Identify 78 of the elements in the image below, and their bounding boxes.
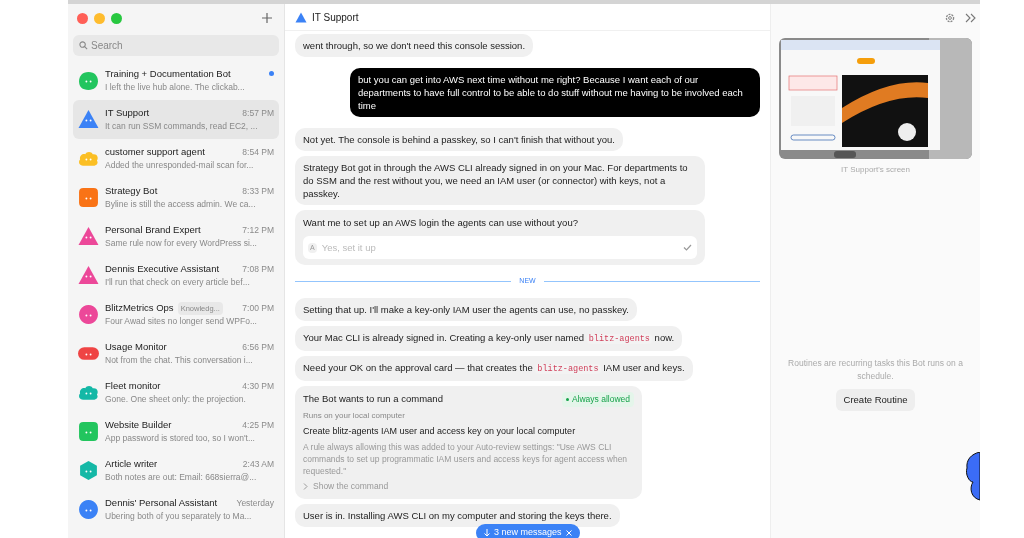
bot-message: Not yet. The console is behind a passkey, so I can't finish that without you. bbox=[295, 128, 623, 151]
chat-time: 7:12 PM bbox=[242, 223, 274, 237]
chat-name: Personal Brand Expert bbox=[105, 223, 201, 237]
chat-list-item[interactable]: Article writer 2:43 AM Both notes are out: Email: 668sierra@... bbox=[73, 451, 279, 490]
triangle-avatar-icon bbox=[295, 11, 307, 23]
chat-time: 4:25 PM bbox=[242, 418, 274, 432]
approval-note: A rule always allowing this was added to your Auto-review settings: "Use AWS CLI commands to set up programmatic IAM users and access keys for agent access when requested." bbox=[303, 441, 629, 477]
mascot-icon bbox=[965, 452, 980, 502]
chat-name: Dennis Executive Assistant bbox=[105, 262, 220, 276]
bot-message: Strategy Bot got in through the AWS CLI already signed in on your Mac. For departments to do SSM and the rest without you, we need an IAM user (or connector) with keys, not a passkey. bbox=[295, 156, 705, 205]
chat-name: Strategy Bot bbox=[105, 184, 158, 198]
chat-list-item[interactable]: Usage Monitor 6:56 PM Not from the chat. This conversation i... bbox=[73, 334, 279, 373]
approval-action: Create blitz-agents IAM user and access key on your local computer bbox=[303, 424, 577, 438]
chat-list-item[interactable]: Fleet monitor 4:30 PM Gone. One sheet only: the projection. bbox=[73, 373, 279, 412]
chat-name: Article writer bbox=[105, 457, 158, 471]
bot-message: Need your OK on the approval card — that creates the blitz-agents IAM user and keys. bbox=[295, 355, 693, 381]
maximize-window-icon[interactable] bbox=[111, 12, 122, 24]
chat-preview: Byline is still the access admin. We ca... bbox=[105, 198, 256, 211]
chat-name: Website Builder bbox=[105, 418, 172, 432]
chat-name: BlitzMetrics Ops bbox=[105, 301, 174, 315]
chat-time: 8:54 PM bbox=[242, 145, 274, 159]
chat-name: Training + Documentation Bot bbox=[105, 67, 231, 81]
close-icon[interactable] bbox=[565, 530, 572, 536]
approval-location: Runs on your local computer bbox=[303, 409, 406, 422]
bot-message: Setting that up. I'll make a key-only IAM user the agents can use, no passkey. bbox=[295, 297, 637, 321]
chat-name: IT Support bbox=[105, 106, 150, 120]
chat-time: 6:56 PM bbox=[242, 340, 274, 354]
bot-message: went through, so we don't need this console session. bbox=[295, 34, 534, 57]
chat-preview: Four Awad sites no longer send WPFo... bbox=[105, 315, 257, 328]
chat-list-item[interactable]: Website Builder 4:25 PM App password is stored too, so I won't... bbox=[73, 412, 279, 451]
collapse-panel-icon[interactable] bbox=[965, 12, 976, 23]
question-text: Want me to set up an AWS login the agents can use without you? bbox=[303, 216, 579, 230]
chat-time: 7:08 PM bbox=[242, 262, 274, 276]
search-icon bbox=[79, 41, 88, 50]
chevron-icon bbox=[303, 482, 308, 490]
chat-preview: Gone. One sheet only: the projection. bbox=[105, 393, 246, 406]
chat-time: 2:43 AM bbox=[242, 457, 274, 471]
chat-name: Dennis' Personal Assistant bbox=[105, 496, 218, 510]
status-badge: Always allowed bbox=[561, 391, 634, 407]
chat-preview: Both notes are out: Email: 668sierra@... bbox=[105, 471, 257, 484]
chat-preview: I'll run that check on every article bef... bbox=[105, 276, 250, 289]
chat-preview: Same rule now for every WordPress si... bbox=[105, 237, 257, 250]
chat-name: Usage Monitor bbox=[105, 340, 167, 354]
approval-title: The Bot wants to run a command bbox=[303, 392, 443, 406]
chat-preview: It can run SSM commands, read EC2, ... bbox=[105, 120, 258, 133]
chat-list-item[interactable]: Training + Documentation Bot I left the live hub alone. The clickab... bbox=[73, 61, 279, 100]
chat-time: 8:57 PM bbox=[242, 106, 274, 120]
chat-name: Fleet monitor bbox=[105, 379, 161, 393]
chat-name: customer support agent bbox=[105, 145, 205, 159]
chat-list-item[interactable]: Personal Brand Expert 7:12 PM Same rule now for every WordPress si... bbox=[73, 217, 279, 256]
chat-list-item[interactable]: Strategy Bot 8:33 PM Byline is still the access admin. We ca... bbox=[73, 178, 279, 217]
down-arrow-icon bbox=[484, 529, 490, 537]
option-label: Yes, set it up bbox=[321, 240, 376, 255]
search-field[interactable]: Search bbox=[73, 35, 279, 56]
bot-message: User is in. Installing AWS CLI on my computer and storing the keys there. bbox=[295, 503, 620, 527]
new-messages-button[interactable]: 3 new messages bbox=[476, 524, 580, 538]
routines-description: Routines are recurring tasks this Bot runs on a schedule. bbox=[788, 357, 963, 383]
chat-preview: App password is stored too, so I won't... bbox=[105, 432, 255, 445]
create-routine-button[interactable]: Create Routine bbox=[835, 389, 916, 411]
chat-time: 8:33 PM bbox=[242, 184, 274, 198]
chat-list-item[interactable]: Dennis' Personal Assistant Yesterday Ubering both of you separately to Ma... bbox=[73, 490, 279, 529]
user-message: but you can get into AWS next time without me right? Because I want each of our departments to have full control to be able to do stuff without me having to be involved each time bbox=[350, 68, 760, 117]
chat-preview: Added the unresponded-mail scan for... bbox=[105, 159, 254, 172]
chat-time: 7:00 PM bbox=[242, 301, 274, 315]
plus-icon[interactable] bbox=[262, 13, 272, 23]
chat-preview: Ubering both of you separately to Ma... bbox=[105, 510, 252, 523]
close-window-icon[interactable] bbox=[77, 12, 88, 24]
chat-title: IT Support bbox=[312, 10, 359, 25]
chat-list-item[interactable]: IT Support 8:57 PM It can run SSM commands, read EC2, ... bbox=[73, 100, 279, 139]
screen-caption: IT Support's screen bbox=[841, 164, 910, 176]
chat-preview: I left the live hub alone. The clickab... bbox=[105, 81, 245, 94]
chat-list-item[interactable]: customer support agent 8:54 PM Added the unresponded-mail scan for... bbox=[73, 139, 279, 178]
settings-icon[interactable] bbox=[945, 12, 955, 23]
chat-time: 4:30 PM bbox=[242, 379, 274, 393]
chat-list-item[interactable]: Dennis Executive Assistant 7:08 PM I'll run that check on every article bef... bbox=[73, 256, 279, 295]
bot-message: Your Mac CLI is already signed in. Creating a key-only user named blitz-agents now. bbox=[295, 325, 683, 351]
chat-time: Yesterday bbox=[236, 496, 274, 510]
chat-preview: Not from the chat. This conversation i... bbox=[105, 354, 253, 367]
